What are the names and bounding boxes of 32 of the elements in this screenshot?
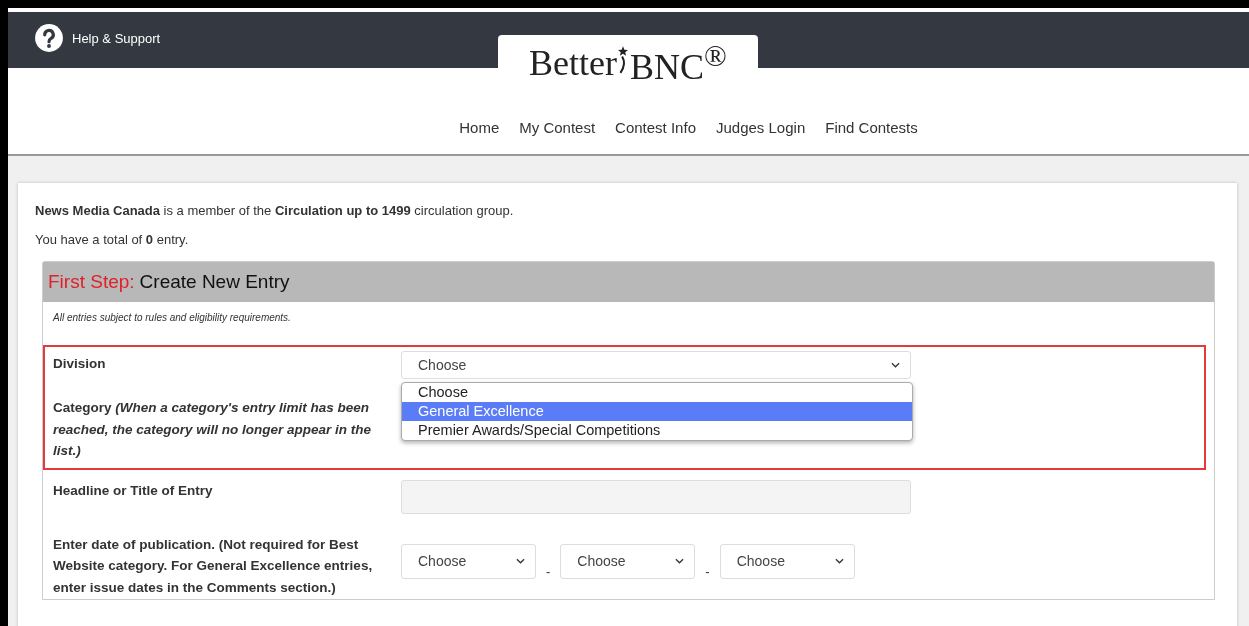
nav-link[interactable]: Find Contests <box>825 119 918 136</box>
chevron-icon <box>675 558 685 565</box>
help-icon <box>34 23 64 53</box>
headline-field[interactable] <box>401 479 911 514</box>
logo-text: Better <box>529 42 618 84</box>
dropdown-option[interactable]: Premier Awards/Special Competitions <box>402 421 912 440</box>
logo-text: BNC$^{®}$ <box>630 38 727 88</box>
date-select[interactable]: Choose <box>560 543 696 579</box>
field-label: Division <box>52 355 107 373</box>
field-label: Enter date of publication. (Not required for Best Website category. For General Excellence entries, enter issue dates in the Comments section.) <box>52 535 374 597</box>
chevron-icon <box>891 362 900 368</box>
nav-link[interactable]: Judges Login <box>716 119 806 136</box>
chevron-icon <box>834 558 844 565</box>
intro-text: You have a total of 0 entry. <box>35 232 190 247</box>
dropdown-option[interactable]: General Excellence <box>402 402 912 421</box>
step-label: First Step: <box>48 271 135 292</box>
date-separator: - <box>546 563 551 579</box>
intro-text: News Media Canada is a member of the Circulation up to 1499 circulation group. <box>35 203 515 218</box>
note-text: All entries subject to rules and eligibility requirements. <box>53 312 292 323</box>
chevron-icon <box>516 558 525 565</box>
date-select[interactable]: Choose <box>401 543 536 579</box>
division-select[interactable]: Choose <box>401 351 911 379</box>
nav-link[interactable]: Home <box>459 119 500 136</box>
nav-link[interactable]: Contest Info <box>615 119 696 136</box>
field-label: Category (When a category's entry limit has been reached, the category will no longer appear in the list.) <box>52 399 373 461</box>
date-select[interactable]: Choose <box>719 543 855 579</box>
help-link[interactable]: Help & Support <box>34 23 161 53</box>
field-label: Headline or Title of Entry <box>52 481 214 500</box>
date-separator: - <box>705 563 710 579</box>
panel-title: Create New Entry <box>139 271 290 292</box>
dropdown-option[interactable]: Choose <box>402 383 912 402</box>
nav-link[interactable]: My Contest <box>519 119 596 136</box>
